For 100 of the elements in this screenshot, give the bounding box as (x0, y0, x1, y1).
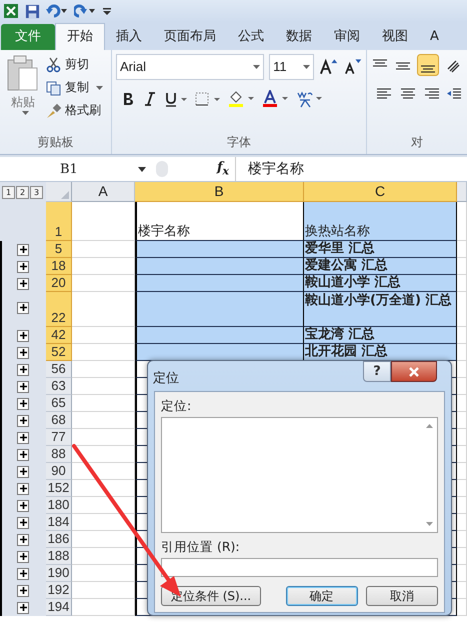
ribbon-tab[interactable]: 公式 (227, 24, 275, 50)
row-header[interactable]: 77 (46, 429, 72, 446)
expand-button[interactable] (17, 500, 29, 512)
table-cell (72, 463, 135, 480)
row-header[interactable]: 194 (46, 599, 72, 616)
ribbon-tab[interactable]: 数据 (275, 24, 323, 50)
column-header[interactable]: A (72, 182, 135, 202)
paintbrush-icon (46, 102, 62, 118)
font-name-field[interactable]: Arial (116, 54, 264, 80)
caret-icon (138, 166, 146, 172)
column-header[interactable]: C (304, 182, 457, 202)
grow-font-icon[interactable] (318, 58, 338, 76)
table-cell (457, 202, 467, 241)
font-color-icon[interactable] (262, 90, 290, 108)
row-header[interactable]: 152 (46, 480, 72, 497)
expand-button[interactable] (17, 414, 29, 426)
ribbon-tab[interactable]: 开始 (55, 23, 105, 50)
row-header[interactable]: 190 (46, 565, 72, 582)
row-header[interactable]: 22 (46, 292, 72, 327)
splitter-handle[interactable] (156, 161, 168, 177)
row-header[interactable]: 188 (46, 548, 72, 565)
phonetic-guide-icon[interactable] (296, 90, 324, 108)
row-header[interactable]: 186 (46, 531, 72, 548)
row-header[interactable]: 68 (46, 412, 72, 429)
expand-button[interactable] (17, 432, 29, 444)
expand-button[interactable] (17, 568, 29, 580)
name-box[interactable]: B1 (0, 162, 150, 176)
table-cell (457, 258, 467, 275)
table-cell (72, 378, 135, 395)
shrink-font-icon[interactable] (342, 58, 362, 76)
expand-button[interactable] (17, 550, 29, 562)
ribbon-tab[interactable]: 页面布局 (153, 24, 227, 50)
ribbon-tab[interactable]: 文件 (1, 24, 55, 50)
expand-button[interactable] (17, 516, 29, 528)
expand-button[interactable] (17, 330, 29, 342)
row-header[interactable]: 65 (46, 395, 72, 412)
save-icon[interactable] (25, 4, 40, 18)
expand-button[interactable] (17, 302, 29, 314)
row-header[interactable]: 180 (46, 497, 72, 514)
borders-icon[interactable] (194, 91, 222, 107)
scroll-up-icon[interactable] (426, 424, 433, 428)
expand-button[interactable] (17, 448, 29, 460)
excel-logo-icon[interactable] (3, 3, 19, 19)
expand-button[interactable] (17, 244, 29, 256)
expand-button[interactable] (17, 466, 29, 478)
row-header[interactable]: 42 (46, 327, 72, 344)
reference-field[interactable] (161, 558, 438, 577)
ribbon-tab[interactable]: 视图 (371, 24, 419, 50)
row-header[interactable]: 90 (46, 463, 72, 480)
row-header[interactable]: 63 (46, 378, 72, 395)
paste-button[interactable]: 粘贴 (4, 54, 42, 132)
cut-button[interactable]: 剪切 (46, 56, 103, 73)
ribbon-tab[interactable]: 审阅 (323, 24, 371, 50)
column-header[interactable]: B (135, 182, 304, 202)
outline-level-button[interactable]: 3 (30, 186, 43, 198)
outline-level-button[interactable]: 2 (16, 186, 29, 198)
formula-field[interactable]: 楼宇名称 (236, 160, 304, 178)
scroll-down-icon[interactable] (426, 522, 433, 526)
row-header[interactable]: 1 (46, 202, 72, 241)
redo-icon[interactable] (74, 4, 96, 18)
row-header[interactable]: 56 (46, 361, 72, 378)
expand-button[interactable] (17, 398, 29, 410)
location-list[interactable] (161, 417, 438, 533)
row-header[interactable]: 20 (46, 275, 72, 292)
table-cell (457, 446, 467, 463)
undo-icon[interactable] (46, 4, 68, 18)
row-header[interactable]: 5 (46, 241, 72, 258)
row-header[interactable]: 88 (46, 446, 72, 463)
row-header[interactable]: 192 (46, 582, 72, 599)
expand-button[interactable] (17, 584, 29, 596)
dialog-button[interactable]: 确定 (286, 586, 358, 606)
expand-button[interactable] (17, 260, 29, 272)
help-button[interactable]: ? (363, 361, 391, 382)
format-painter-button[interactable]: 格式刷 (46, 102, 103, 119)
copy-button[interactable]: 复制 (46, 79, 103, 96)
row-header[interactable]: 18 (46, 258, 72, 275)
table-cell: 宝龙湾 汇总 (304, 327, 457, 344)
ribbon-tab[interactable]: 插入 (105, 24, 153, 50)
font-size-field[interactable]: 11 (269, 54, 314, 80)
expand-button[interactable] (17, 482, 29, 494)
insert-function-button[interactable]: f$_{x}$ (216, 160, 229, 178)
close-button[interactable] (391, 361, 437, 382)
italic-icon[interactable] (142, 91, 158, 107)
table-cell (457, 565, 467, 582)
outline-level-button[interactable]: 1 (2, 186, 15, 198)
expand-button[interactable] (17, 278, 29, 290)
row-header[interactable]: 184 (46, 514, 72, 531)
group-label: 对 (410, 134, 424, 151)
expand-button[interactable] (17, 534, 29, 546)
fill-color-icon[interactable] (228, 90, 256, 108)
align-bottom-icon[interactable] (417, 54, 439, 76)
expand-button[interactable] (17, 346, 29, 358)
table-cell (457, 361, 467, 378)
expand-button[interactable] (17, 364, 29, 376)
underline-icon[interactable] (164, 91, 188, 107)
dialog-button[interactable]: 取消 (366, 586, 438, 606)
expand-button[interactable] (17, 380, 29, 392)
ribbon-tab[interactable]: A (419, 24, 450, 50)
row-header[interactable]: 52 (46, 344, 72, 361)
expand-button[interactable] (17, 602, 29, 614)
